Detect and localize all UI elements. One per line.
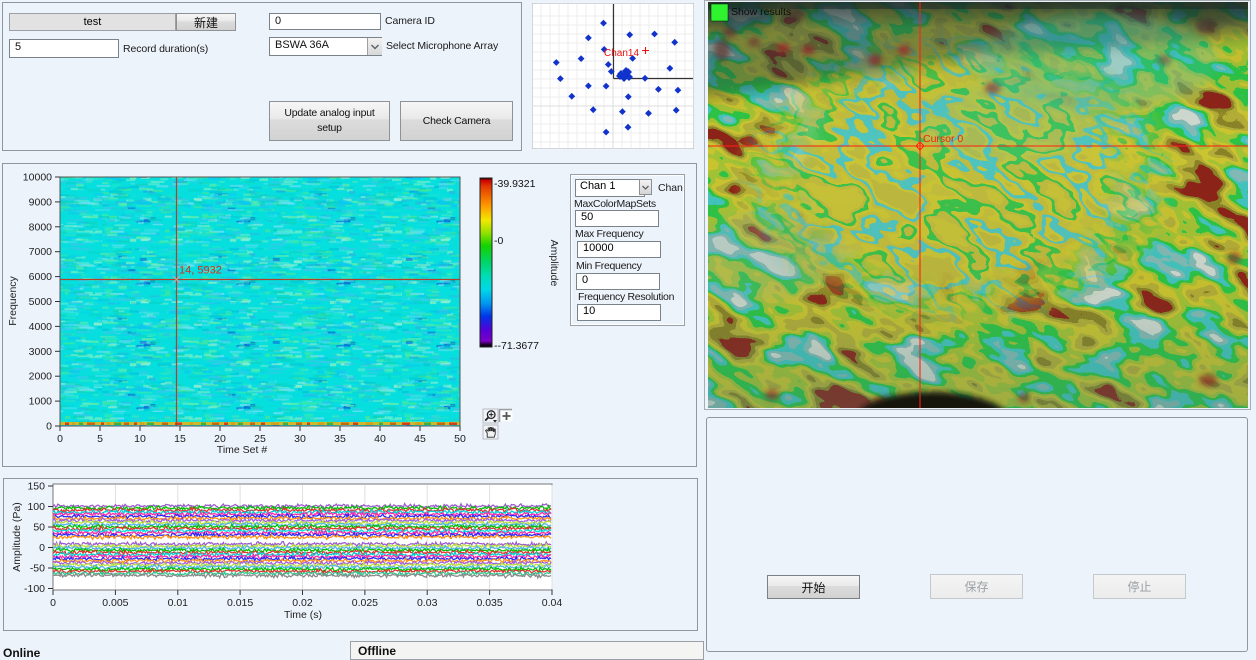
svg-text:6000: 6000: [29, 271, 53, 283]
svg-text:Amplitude (Pa): Amplitude (Pa): [11, 502, 23, 571]
svg-text:-39.9321: -39.9321: [494, 178, 536, 190]
svg-text:--71.3677: --71.3677: [494, 340, 539, 352]
svg-text:100: 100: [27, 501, 45, 513]
svg-text:0: 0: [46, 421, 52, 433]
svg-text:0.02: 0.02: [292, 597, 313, 609]
svg-text:0: 0: [50, 597, 56, 609]
svg-text:0.01: 0.01: [168, 597, 189, 609]
svg-text:-50: -50: [30, 563, 45, 575]
svg-text:Amplitude: Amplitude: [548, 240, 560, 287]
svg-text:5: 5: [97, 433, 103, 445]
svg-text:10000: 10000: [23, 172, 52, 184]
svg-text:14, 5932: 14, 5932: [179, 265, 222, 277]
svg-text:30: 30: [294, 433, 306, 445]
svg-text:0.03: 0.03: [417, 597, 438, 609]
svg-text:7000: 7000: [29, 246, 53, 258]
svg-text:2000: 2000: [29, 371, 53, 383]
svg-text:0.025: 0.025: [352, 597, 378, 609]
svg-text:9000: 9000: [29, 196, 53, 208]
svg-text:3000: 3000: [29, 346, 53, 358]
svg-text:8000: 8000: [29, 221, 53, 233]
svg-text:40: 40: [374, 433, 386, 445]
svg-text:10: 10: [134, 433, 146, 445]
svg-text:Time Set #: Time Set #: [217, 444, 268, 456]
svg-text:50: 50: [454, 433, 466, 445]
svg-text:Show results: Show results: [731, 6, 791, 18]
svg-text:5000: 5000: [29, 296, 53, 308]
svg-text:0.035: 0.035: [476, 597, 502, 609]
svg-text:Cursor 0: Cursor 0: [923, 133, 963, 145]
svg-text:Frequency: Frequency: [7, 275, 19, 325]
svg-text:35: 35: [334, 433, 346, 445]
svg-text:0.005: 0.005: [102, 597, 128, 609]
svg-text:Chan14: Chan14: [604, 48, 639, 59]
svg-text:1000: 1000: [29, 396, 53, 408]
svg-text:150: 150: [27, 481, 45, 493]
svg-text:0: 0: [39, 542, 45, 554]
svg-text:45: 45: [414, 433, 426, 445]
svg-text:0: 0: [57, 433, 63, 445]
svg-text:15: 15: [174, 433, 186, 445]
svg-text:50: 50: [33, 522, 45, 534]
svg-text:0.015: 0.015: [227, 597, 253, 609]
svg-text:4000: 4000: [29, 321, 53, 333]
svg-text:0.04: 0.04: [542, 597, 563, 609]
svg-text:-100: -100: [24, 583, 45, 595]
svg-text:Time (s): Time (s): [284, 609, 322, 621]
svg-text:-0: -0: [494, 235, 503, 247]
